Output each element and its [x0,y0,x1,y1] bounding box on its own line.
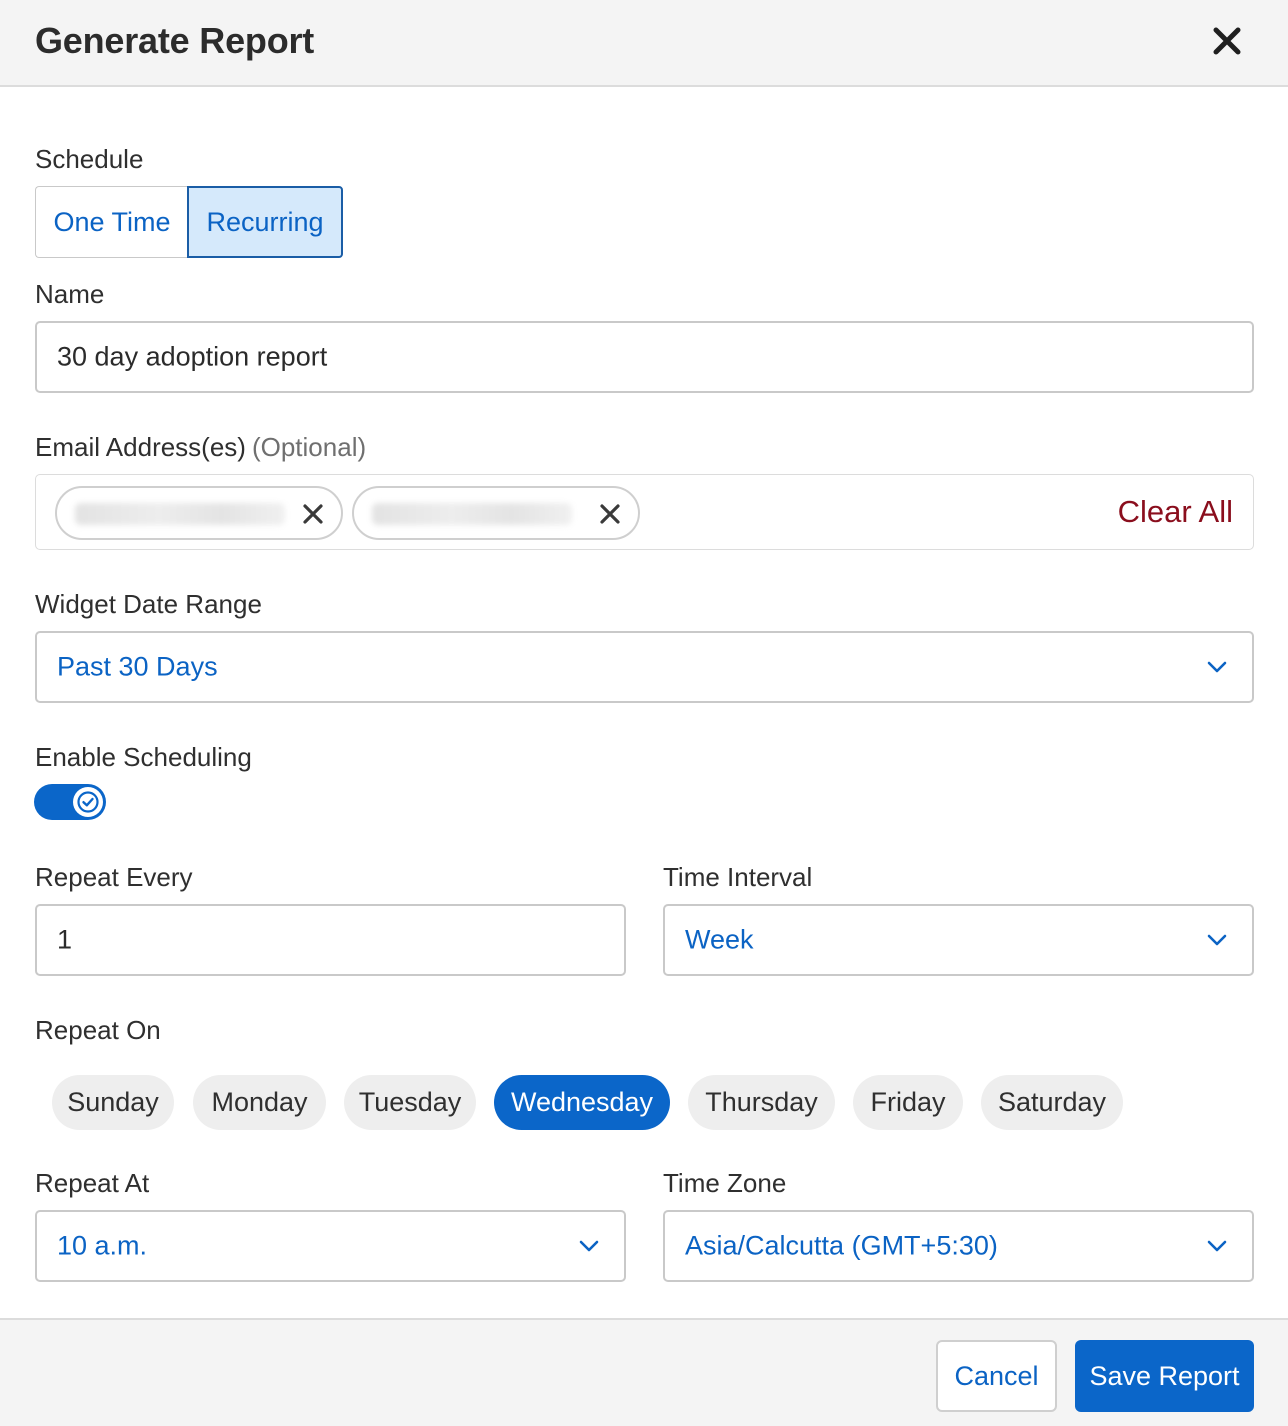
repeat-every-label: Repeat Every [35,862,193,892]
clear-all-button[interactable]: Clear All [1118,494,1233,530]
repeat-at-value: 10 a.m. [57,1230,148,1261]
time-zone-select[interactable]: Asia/Calcutta (GMT+5:30) [663,1210,1254,1282]
close-icon[interactable] [1208,22,1246,60]
date-range-select[interactable]: Past 30 Days [35,631,1254,703]
day-friday[interactable]: Friday [853,1075,963,1130]
toggle-knob [73,787,103,817]
schedule-recurring-button[interactable]: Recurring [187,186,343,258]
day-tuesday[interactable]: Tuesday [344,1075,476,1130]
save-report-button[interactable]: Save Report [1075,1340,1254,1412]
email-optional-text: (Optional) [251,432,367,462]
date-range-label: Widget Date Range [35,589,262,619]
repeat-at-select[interactable]: 10 a.m. [35,1210,626,1282]
dialog-header: Generate Report [0,0,1288,87]
email-chip [352,486,640,540]
chevron-down-icon [1207,934,1227,946]
date-range-value: Past 30 Days [57,651,218,682]
name-input[interactable]: 30 day adoption report [35,321,1254,393]
check-circle-icon [77,791,99,813]
day-saturday[interactable]: Saturday [981,1075,1123,1130]
chevron-down-icon [1207,661,1227,673]
time-zone-label: Time Zone [663,1168,787,1198]
day-monday[interactable]: Monday [193,1075,326,1130]
email-chip [55,486,343,540]
remove-chip-icon[interactable] [301,502,325,526]
dialog-title: Generate Report [35,20,315,61]
email-label: Email Address(es) (Optional) [35,432,366,463]
chevron-down-icon [579,1240,599,1252]
schedule-one-time-button[interactable]: One Time [35,186,188,258]
day-wednesday[interactable]: Wednesday [494,1075,670,1130]
repeat-every-input[interactable]: 1 [35,904,626,976]
day-thursday[interactable]: Thursday [688,1075,835,1130]
day-sunday[interactable]: Sunday [52,1075,174,1130]
repeat-on-label: Repeat On [35,1015,161,1045]
time-interval-value: Week [685,924,754,955]
chevron-down-icon [1207,1240,1227,1252]
name-label: Name [35,279,105,309]
remove-chip-icon[interactable] [598,502,622,526]
dialog-footer: Cancel Save Report [0,1318,1288,1426]
enable-scheduling-toggle[interactable] [34,784,106,820]
enable-scheduling-label: Enable Scheduling [35,742,252,772]
redacted-email [372,503,572,525]
email-input[interactable]: Clear All [35,474,1254,550]
name-input-value: 30 day adoption report [57,341,328,372]
email-label-text: Email Address(es) [35,432,246,462]
time-interval-label: Time Interval [663,862,813,892]
repeat-at-label: Repeat At [35,1168,150,1198]
cancel-button[interactable]: Cancel [936,1340,1057,1412]
redacted-email [75,503,285,525]
time-zone-value: Asia/Calcutta (GMT+5:30) [685,1230,998,1261]
schedule-label: Schedule [35,144,144,174]
repeat-every-value: 1 [57,924,73,955]
time-interval-select[interactable]: Week [663,904,1254,976]
